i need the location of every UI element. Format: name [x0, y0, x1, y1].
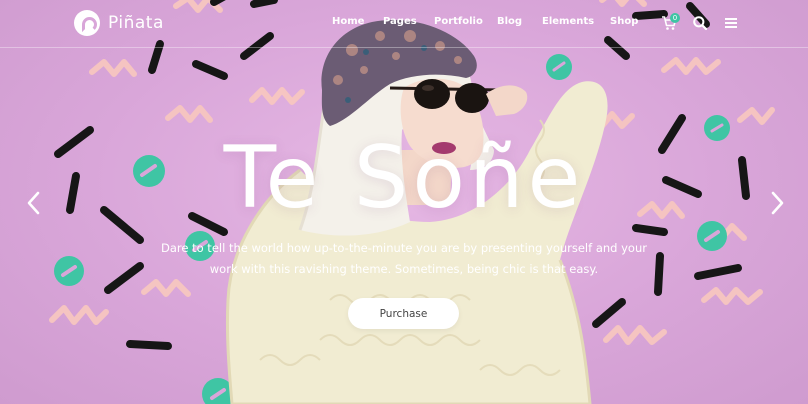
hamburger-menu-icon[interactable] — [724, 16, 738, 30]
nav-item-portfolio[interactable]: Portfolio — [434, 16, 483, 27]
hero-subtitle-line-2: work with this ravishing theme. Sometime… — [209, 262, 599, 276]
hero-slider: Piñata Home Pages Portfolio Blog Element… — [0, 0, 808, 404]
hero-subtitle: Dare to tell the world how up-to-the-min… — [160, 238, 648, 280]
nav-item-home[interactable]: Home — [332, 16, 364, 27]
nav-item-pages[interactable]: Pages — [383, 16, 417, 27]
purchase-button[interactable]: Purchase — [348, 298, 459, 329]
logo-icon — [74, 10, 100, 36]
hero-subtitle-line-1: Dare to tell the world how up-to-the-min… — [161, 241, 647, 255]
nav-item-shop[interactable]: Shop — [610, 16, 638, 27]
cart-count-badge: 0 — [670, 13, 680, 23]
site-header: Piñata Home Pages Portfolio Blog Element… — [0, 0, 808, 48]
hero-title: Te Soñe — [223, 128, 585, 228]
nav-item-blog[interactable]: Blog — [497, 16, 522, 27]
chevron-right-icon[interactable] — [769, 190, 785, 216]
chevron-left-icon[interactable] — [26, 190, 42, 216]
logo[interactable]: Piñata — [74, 10, 164, 36]
brand-name: Piñata — [108, 13, 164, 33]
search-icon[interactable] — [692, 15, 708, 31]
nav-item-elements[interactable]: Elements — [542, 16, 594, 27]
